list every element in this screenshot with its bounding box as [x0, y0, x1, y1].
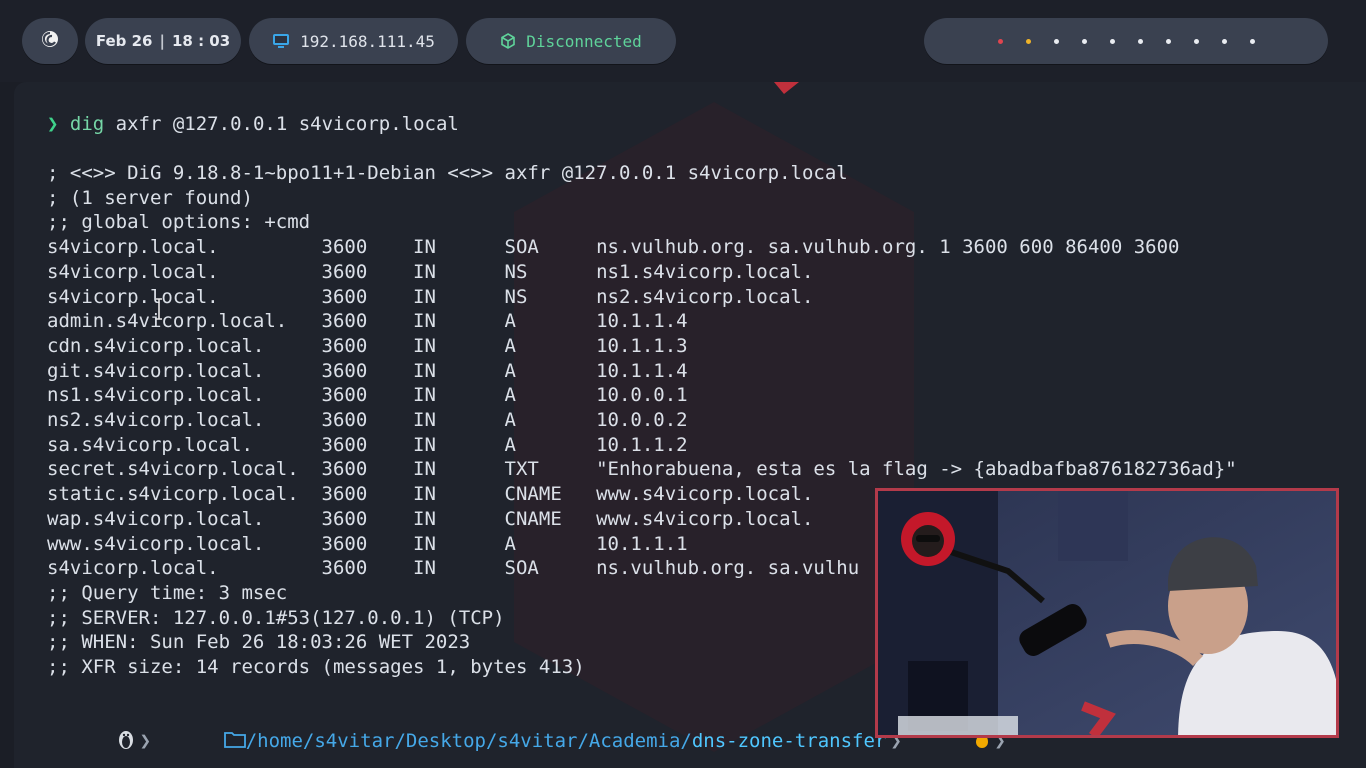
path-prefix: /home/s4vitar/Desktop/s4vitar/Academia/	[245, 730, 692, 752]
webcam-feed-image	[878, 491, 1336, 735]
time-text: 18 : 03	[171, 32, 231, 50]
workspace-dot[interactable]	[1154, 38, 1182, 44]
output-line: ;; SERVER: 127.0.0.1#53(127.0.0.1) (TCP)	[47, 606, 505, 629]
output-line: ; (1 server found)	[47, 186, 253, 209]
output-line: s4vicorp.local. 3600 IN SOA ns.vulhub.or…	[47, 236, 1180, 259]
prompt-arrow: ❯	[47, 113, 59, 135]
output-line: ; <<>> DiG 9.18.8-1~bpo11+1-Debian <<>> …	[47, 162, 848, 184]
output-line: sa.s4vicorp.local. 3600 IN A 10.1.1.2	[47, 433, 688, 456]
date-separator: |	[159, 32, 165, 50]
webcam-overlay	[875, 488, 1339, 738]
output-line: ;; Query time: 3 msec	[47, 581, 288, 604]
cube-icon	[500, 33, 516, 49]
path-current-dir: dns-zone-transfer	[691, 730, 887, 752]
clock-widget[interactable]: Feb 26 | 18 : 03	[85, 18, 241, 64]
workspace-dot[interactable]	[1098, 38, 1126, 44]
output-line: cdn.s4vicorp.local. 3600 IN A 10.1.1.3	[47, 334, 688, 357]
output-line: s4vicorp.local. 3600 IN NS ns1.s4vicorp.…	[47, 260, 814, 283]
output-line: ns1.s4vicorp.local. 3600 IN A 10.0.0.1	[47, 384, 688, 407]
workspace-dot[interactable]	[1238, 38, 1266, 44]
workspace-dots	[986, 38, 1266, 44]
workspace-dot[interactable]	[1210, 38, 1238, 44]
linux-tux-icon	[47, 706, 136, 768]
debian-icon	[39, 28, 61, 54]
output-line: s4vicorp.local. 3600 IN SOA ns.vulhub.or…	[47, 557, 860, 580]
workspace-dot[interactable]	[986, 38, 1014, 44]
monitor-icon	[272, 33, 290, 49]
command-args: axfr @127.0.0.1 s4vicorp.local	[104, 113, 459, 135]
date-text: Feb 26	[95, 32, 153, 50]
prompt-path-bar: ❯ /home/s4vitar/Desktop/s4vitar/Academia…	[47, 726, 1010, 756]
output-line: ;; WHEN: Sun Feb 26 18:03:26 WET 2023	[47, 631, 471, 654]
output-line: secret.s4vicorp.local. 3600 IN TXT "Enho…	[47, 458, 1237, 481]
vpn-status-text: Disconnected	[526, 31, 642, 51]
output-line: ns2.s4vicorp.local. 3600 IN A 10.0.0.2	[47, 409, 688, 431]
launcher-button[interactable]	[22, 18, 78, 64]
workspace-dot[interactable]	[1126, 38, 1154, 44]
output-line: admin.s4vicorp.local. 3600 IN A 10.1.1.4	[47, 310, 688, 333]
workspace-dot[interactable]	[1182, 38, 1210, 44]
vpn-widget[interactable]: Disconnected	[466, 18, 676, 64]
output-line: ;; XFR size: 14 records (messages 1, byt…	[47, 656, 585, 678]
output-line: www.s4vicorp.local. 3600 IN A 10.1.1.1	[47, 532, 688, 555]
workspace-dot[interactable]	[1042, 38, 1070, 44]
workspace-dot[interactable]	[1014, 38, 1042, 44]
workspace-switcher[interactable]	[924, 18, 1328, 64]
ip-address-text: 192.168.111.45	[300, 31, 435, 51]
folder-icon	[155, 708, 246, 768]
output-line: wap.s4vicorp.local. 3600 IN CNAME www.s4…	[47, 507, 814, 530]
text-cursor-icon	[156, 298, 162, 320]
ip-widget[interactable]: 192.168.111.45	[249, 18, 458, 64]
command-line: ❯ dig axfr @127.0.0.1 s4vicorp.local	[47, 112, 459, 136]
chevron-right-icon: ❯	[139, 730, 152, 752]
output-line: static.s4vicorp.local. 3600 IN CNAME www…	[47, 483, 814, 506]
top-status-bar: Feb 26 | 18 : 03 192.168.111.45 Disconne…	[0, 0, 1366, 82]
command-name: dig	[69, 113, 105, 135]
output-line: git.s4vicorp.local. 3600 IN A 10.1.1.4	[47, 359, 688, 382]
workspace-dot[interactable]	[1070, 38, 1098, 44]
output-line: ;; global options: +cmd	[47, 211, 311, 234]
